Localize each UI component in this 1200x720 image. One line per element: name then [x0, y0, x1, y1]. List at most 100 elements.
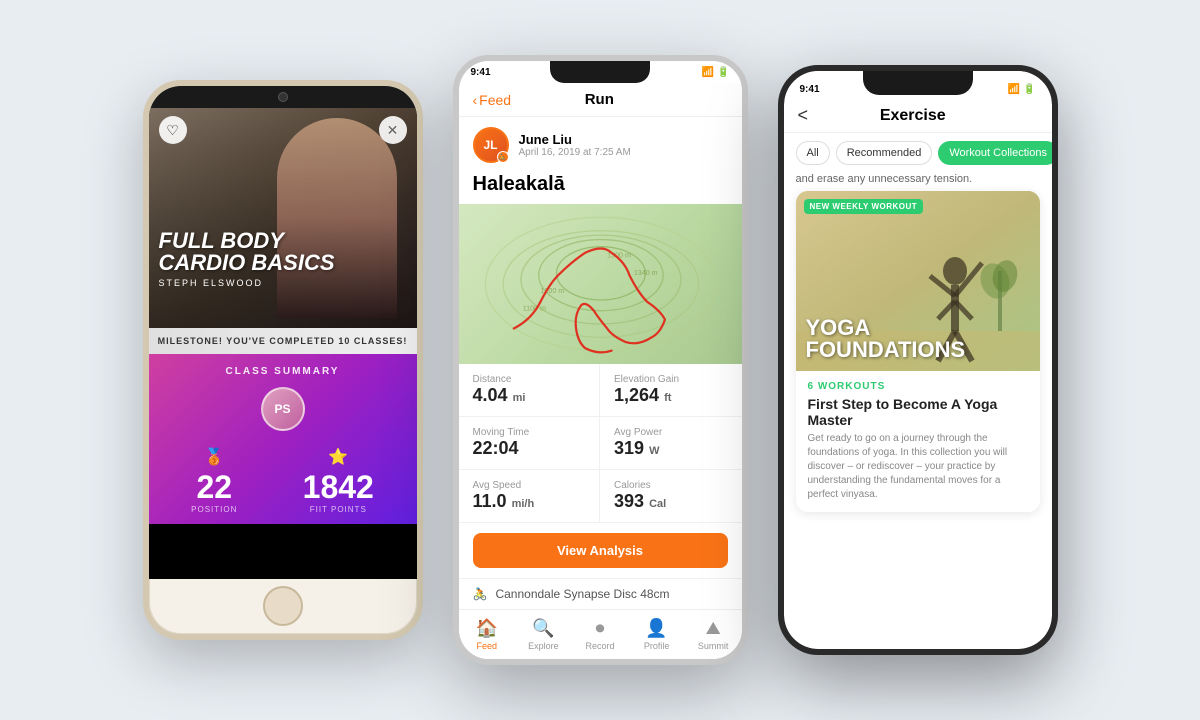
phone3-time: 9:41	[800, 84, 820, 95]
phone1-position-value: 22	[196, 471, 232, 503]
phone2-bike-name: Cannondale Synapse Disc 48cm	[495, 587, 669, 601]
phone3-nav-bar: < Exercise	[784, 99, 1052, 133]
phone2-speed-unit: mi/h	[512, 498, 535, 510]
phone2-back-chevron: ‹	[473, 92, 478, 108]
phone3-device: 9:41 📶 🔋 < Exercise All Recommended Work…	[778, 65, 1058, 655]
phone3-filter-collections[interactable]: Workout Collections	[938, 141, 1051, 165]
phone1-stats: 🥉 22 POSITION ⭐ 1842 FIIT POINTS	[159, 447, 407, 514]
phone2-stat-speed: Avg Speed 11.0 mi/h	[459, 470, 601, 523]
phone2-distance-unit: mi	[513, 392, 526, 404]
phone2-elevation-unit: ft	[664, 392, 671, 404]
phone1-notch	[149, 86, 417, 108]
phone2-tab-profile[interactable]: 👤 Profile	[628, 614, 685, 651]
phone3-workout-card[interactable]: NEW WEEKLY WORKOUT	[796, 191, 1040, 512]
phone2-feed-label: Feed	[477, 641, 498, 651]
phone2-feed-icon: 🏠	[476, 618, 498, 639]
phone2-power-value: 319	[614, 438, 644, 458]
phone2-tab-summit[interactable]: ⛰ Summit	[685, 614, 742, 651]
phone2-tab-bar: 🏠 Feed 🔍 Explore ⏺ Record 👤 Profile ⛰	[459, 609, 742, 659]
phone2-stat-power: Avg Power 319 W	[600, 417, 742, 470]
phone2-summit-icon: ⛰	[706, 618, 721, 639]
phone1-hero: ♡ ✕ FULL BODYCARDIO BASICS STEPH ELSWOOD	[149, 108, 417, 328]
phone1-close-button[interactable]: ✕	[379, 116, 407, 144]
phone3-teaser-text: and erase any unnecessary tension.	[784, 173, 1052, 191]
phone2-stat-elevation: Elevation Gain 1,264 ft	[600, 364, 742, 417]
phone2-record-icon: ⏺	[595, 618, 604, 639]
phone3-card-title-overlay: YOGA FOUNDATIONS	[806, 317, 966, 361]
phone1-stat-position: 🥉 22 POSITION	[191, 447, 237, 514]
phone3-filter-all[interactable]: All	[796, 141, 830, 165]
phone1-points-icon: ⭐	[328, 447, 348, 467]
phone2-user-avatar[interactable]: JL 🚴	[473, 127, 509, 163]
phone2-distance-value: 4.04	[473, 385, 508, 405]
phone3-card-badge: NEW WEEKLY WORKOUT	[804, 199, 924, 214]
phone2-user-name: June Liu	[519, 132, 728, 147]
phone1-screen: ♡ ✕ FULL BODYCARDIO BASICS STEPH ELSWOOD…	[149, 108, 417, 579]
phone2-speed-value: 11.0	[473, 491, 507, 511]
phone2-explore-label: Explore	[528, 641, 559, 651]
phone1-heart-button[interactable]: ♡	[159, 116, 187, 144]
phone1-home-button[interactable]	[263, 586, 303, 626]
phone1-camera	[278, 92, 288, 102]
phone2-back-label: Feed	[479, 92, 511, 108]
phone2-back-button[interactable]: ‹ Feed	[473, 92, 512, 108]
phone3-battery-icon: 📶 🔋	[1008, 84, 1036, 95]
phone2-map[interactable]: 1100 m 1200 m 1300 m 1340 m	[459, 204, 742, 364]
phone2-record-label: Record	[585, 641, 614, 651]
phone1-milestone: MILESTONE! YOU'VE COMPLETED 10 CLASSES!	[149, 328, 417, 354]
phone3-card-content: 6 WORKOUTS First Step to Become A Yoga M…	[796, 371, 1040, 512]
phone3-card-image: YOGA FOUNDATIONS	[796, 191, 1040, 371]
phone2-bike-icon: 🚴	[473, 587, 488, 601]
phone1-points-value: 1842	[303, 471, 374, 503]
phone3-back-button[interactable]: <	[798, 105, 809, 126]
phone2-view-analysis-button[interactable]: View Analysis	[473, 533, 728, 568]
phone3-workout-count: 6 WORKOUTS	[808, 381, 1028, 392]
phone1-avatar: PS	[261, 387, 305, 431]
phone3-card-title-line2: FOUNDATIONS	[806, 339, 966, 361]
phone2-calories-unit: Cal	[649, 498, 666, 510]
svg-text:1340 m: 1340 m	[633, 269, 657, 277]
phone3-card-title-line1: YOGA	[806, 317, 966, 339]
phone2-profile-label: Profile	[644, 641, 670, 651]
phone2-screen: ‹ Feed Run JL 🚴 June Liu April 16, 2019 …	[459, 83, 742, 659]
phone2-avatar-initial: JL	[483, 138, 497, 152]
phone2-explore-icon: 🔍	[532, 618, 554, 639]
phone2-device: 9:41 📶 🔋 ‹ Feed Run JL 🚴 June Liu	[453, 55, 748, 665]
phone3-workout-title: First Step to Become A Yoga Master	[808, 396, 1028, 428]
phone2-user-info: June Liu April 16, 2019 at 7:25 AM	[519, 132, 728, 158]
phone2-time: 9:41	[471, 67, 491, 78]
phone1-position-label: POSITION	[191, 505, 237, 514]
phone2-profile-icon: 👤	[645, 618, 667, 639]
phone2-activity-badge: 🚴	[497, 151, 509, 163]
phone1-class-summary: CLASS SUMMARY PS 🥉 22 POSITION ⭐ 1842 FI…	[149, 354, 417, 524]
phone1-position-icon: 🥉	[204, 447, 224, 467]
phone1-device: ♡ ✕ FULL BODYCARDIO BASICS STEPH ELSWOOD…	[143, 80, 423, 640]
phone2-tab-explore[interactable]: 🔍 Explore	[515, 614, 572, 651]
phone3-filter-recommended[interactable]: Recommended	[836, 141, 933, 165]
phone2-time-value: 22:04	[473, 438, 519, 458]
phones-container: ♡ ✕ FULL BODYCARDIO BASICS STEPH ELSWOOD…	[113, 25, 1088, 695]
phone2-stat-time: Moving Time 22:04	[459, 417, 601, 470]
phone2-user-row: JL 🚴 June Liu April 16, 2019 at 7:25 AM	[459, 117, 742, 169]
phone1-stat-points: ⭐ 1842 FIIT POINTS	[303, 447, 374, 514]
phone3-workout-description: Get ready to go on a journey through the…	[808, 432, 1028, 502]
phone2-nav-bar: ‹ Feed Run	[459, 83, 742, 117]
phone1-title-area: FULL BODYCARDIO BASICS STEPH ELSWOOD	[159, 230, 407, 288]
phone1-points-label: FIIT POINTS	[310, 505, 367, 514]
phone1-title-main: FULL BODYCARDIO BASICS	[159, 230, 407, 274]
phone1-summary-title: CLASS SUMMARY	[226, 366, 340, 377]
phone2-power-unit: W	[649, 445, 659, 457]
phone2-calories-value: 393	[614, 491, 644, 511]
phone2-activity-title: Haleakalā	[459, 169, 742, 204]
phone3-screen: 9:41 📶 🔋 < Exercise All Recommended Work…	[784, 71, 1052, 649]
phone3-filter-bar: All Recommended Workout Collections Get	[784, 133, 1052, 173]
phone2-stats-grid: Distance 4.04 mi Elevation Gain 1,264 ft…	[459, 364, 742, 523]
phone2-elevation-value: 1,264	[614, 385, 659, 405]
phone2-stat-calories: Calories 393 Cal	[600, 470, 742, 523]
phone3-nav-title: Exercise	[808, 107, 1017, 125]
phone2-tab-record[interactable]: ⏺ Record	[572, 614, 629, 651]
phone1-instructor: STEPH ELSWOOD	[159, 278, 407, 288]
phone2-notch	[550, 61, 650, 83]
phone2-tab-feed[interactable]: 🏠 Feed	[459, 614, 516, 651]
phone2-signal-icons: 📶 🔋	[702, 67, 730, 78]
